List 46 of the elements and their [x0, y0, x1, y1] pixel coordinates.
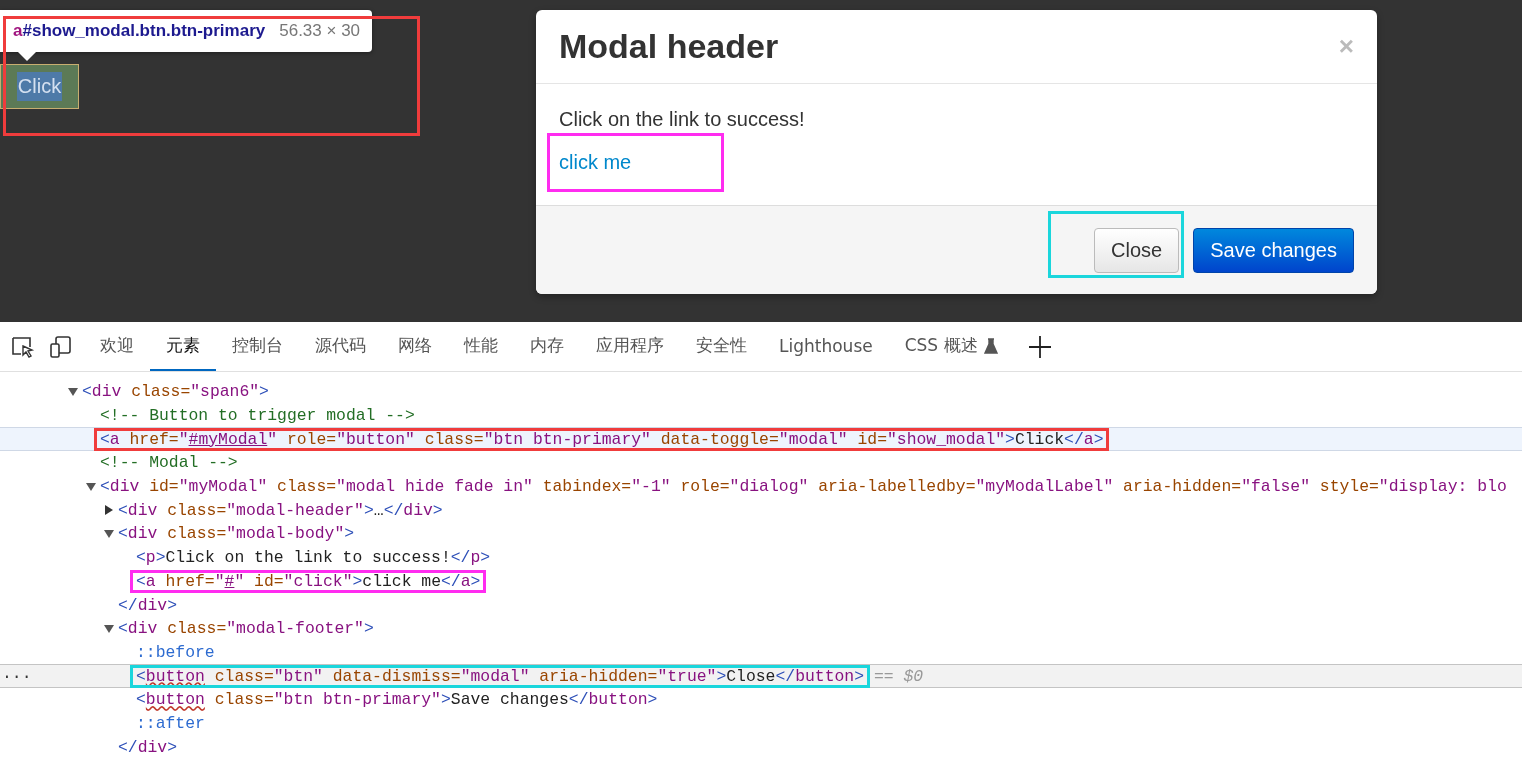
dom-row[interactable]: <a href="#myModal" role="button" class="btn btn-primary" data-toggle="modal" id="show_modal">Click</a> — [0, 427, 1522, 452]
size-label: 56.33 × 30 — [279, 21, 361, 41]
click-me-link[interactable]: click me — [559, 151, 632, 174]
close-button[interactable]: Close — [1094, 227, 1180, 273]
devtools-tab[interactable]: 控制台 — [216, 322, 299, 371]
device-icon[interactable] — [48, 334, 74, 359]
code-line: <!-- Button to trigger modal --> — [100, 406, 415, 426]
devtools-tab[interactable]: CSS 概述 — [888, 322, 1014, 371]
code-line: <div class="modal-header">…</div> — [118, 500, 443, 520]
inspect-icon[interactable] — [10, 334, 36, 359]
add-tab-icon[interactable] — [1027, 334, 1052, 359]
code-line: <div class="modal-body"> — [118, 524, 355, 544]
devtools-tab[interactable]: 性能 — [448, 322, 514, 371]
devtools-tab[interactable]: Lighthouse — [763, 322, 889, 371]
code-line: <div class="span6"> — [82, 382, 269, 402]
code-line: ::before — [136, 642, 215, 662]
console-reference: == $0 — [874, 666, 924, 686]
devtools-tab[interactable]: 元素 — [150, 322, 216, 371]
code-line: <div class="modal-footer"> — [118, 619, 374, 639]
devtools-tab[interactable]: 源代码 — [299, 322, 382, 371]
devtools-tab[interactable]: 安全性 — [680, 322, 763, 371]
expanded-triangle-icon[interactable] — [104, 623, 114, 634]
selector-label: a#show_modal.btn.btn-primary — [13, 21, 266, 41]
code-line: <div id="myModal" class="modal hide fade in" tabindex="-1" role="dialog" aria-labelledby="myModalLabel" aria-hidden="false" style="display: blo — [100, 477, 1507, 497]
devtools-tab[interactable]: 内存 — [514, 322, 580, 371]
code-line: <button class="btn" data-dismiss="modal" aria-hidden="true">Close</button> — [136, 666, 864, 686]
modal-title: Modal header — [559, 27, 779, 66]
code-line: <!-- Modal --> — [100, 453, 238, 473]
devtools-tab[interactable]: 欢迎 — [84, 322, 150, 371]
code-line: <p>Click on the link to success!</p> — [136, 548, 491, 568]
dom-row[interactable]: ··· <button class="btn" data-dismiss="modal" aria-hidden="true">Close</button> == $0 — [0, 664, 1522, 688]
devtools-tab[interactable]: 应用程序 — [580, 322, 680, 371]
save-changes-button[interactable]: Save changes — [1193, 227, 1354, 273]
code-line: ::after — [136, 713, 205, 733]
code-line: <a href="#myModal" role="button" class="btn btn-primary" data-toggle="modal" id="show_modal">Click</a> — [100, 429, 1104, 449]
code-line: <button class="btn btn-primary">Save changes</button> — [136, 690, 658, 710]
expanded-triangle-icon[interactable] — [86, 481, 96, 492]
code-line: </div> — [118, 737, 178, 757]
code-line: <a href="#" id="click">click me</a> — [136, 571, 481, 591]
more-dots[interactable]: ··· — [2, 666, 32, 686]
expanded-triangle-icon[interactable] — [68, 386, 78, 397]
devtools-tab[interactable]: 网络 — [382, 322, 448, 371]
expanded-triangle-icon[interactable] — [104, 528, 114, 539]
body-text: Click on the link to success! — [559, 108, 805, 131]
collapsed-triangle-icon[interactable] — [104, 505, 114, 516]
code-line: </div> — [118, 595, 178, 615]
